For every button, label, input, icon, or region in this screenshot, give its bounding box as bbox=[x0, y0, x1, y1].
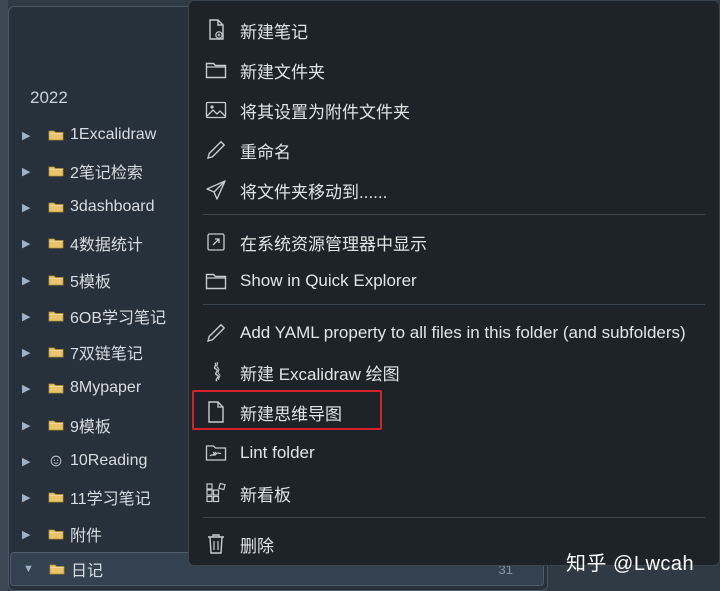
pencil-icon bbox=[204, 138, 228, 162]
menu-item-move-folder[interactable]: 将文件夹移动到...... bbox=[189, 171, 719, 209]
menu-item-label: 新建 Excalidraw 绘图 bbox=[240, 364, 400, 384]
tree-item-label: 5模板 bbox=[70, 274, 111, 291]
menu-item-rename[interactable]: 重命名 bbox=[189, 131, 719, 169]
folder-icon bbox=[48, 202, 64, 213]
tree-item-note-search[interactable]: ▶ 2笔记检索 bbox=[22, 156, 192, 186]
kanban-icon bbox=[204, 481, 228, 505]
tree-item-backlink-notes[interactable]: ▶ 7双链笔记 bbox=[22, 337, 192, 367]
expand-arrow-icon[interactable]: ▶ bbox=[22, 274, 36, 287]
folder-icon bbox=[48, 311, 64, 322]
excalidraw-icon bbox=[204, 360, 228, 384]
tree-item-10reading[interactable]: ▶ 10Reading bbox=[22, 446, 192, 476]
tree-item-label: 11学习笔记 bbox=[70, 491, 151, 508]
menu-item-label: Show in Quick Explorer bbox=[240, 271, 417, 290]
expand-arrow-icon[interactable]: ▶ bbox=[22, 346, 36, 359]
expand-arrow-icon[interactable]: ▶ bbox=[22, 129, 36, 142]
watermark: 知乎 @Lwcah bbox=[566, 553, 695, 575]
folder-icon bbox=[48, 166, 64, 177]
tree-item-label: 7双链笔记 bbox=[70, 346, 143, 363]
external-link-icon bbox=[204, 230, 228, 254]
folder-outline-icon bbox=[204, 58, 228, 82]
menu-item-label: 重命名 bbox=[240, 142, 291, 162]
tree-item-attachments[interactable]: ▶ 附件 bbox=[22, 519, 192, 549]
menu-item-label: Add YAML property to all files in this f… bbox=[240, 323, 686, 342]
menu-item-label: 将其设置为附件文件夹 bbox=[240, 102, 410, 122]
menu-item-label: 将文件夹移动到...... bbox=[240, 182, 388, 202]
new-note-icon bbox=[204, 18, 228, 42]
tree-item-templates-9[interactable]: ▶ 9模板 bbox=[22, 410, 192, 440]
menu-item-show-in-quick-explorer[interactable]: Show in Quick Explorer bbox=[189, 262, 719, 300]
menu-item-label: 删除 bbox=[240, 536, 274, 556]
tree-item-label: 8Mypaper bbox=[70, 379, 142, 396]
menu-item-new-excalidraw[interactable]: 新建 Excalidraw 绘图 bbox=[189, 353, 719, 391]
tree-item-study-notes[interactable]: ▶ 11学习笔记 bbox=[22, 482, 192, 512]
menu-item-new-folder[interactable]: 新建文件夹 bbox=[189, 51, 719, 89]
menu-item-label: Lint folder bbox=[240, 443, 315, 462]
expand-arrow-icon[interactable]: ▶ bbox=[22, 237, 36, 250]
tree-item-label: 3dashboard bbox=[70, 198, 155, 215]
tree-item-label: 附件 bbox=[70, 528, 103, 545]
lint-folder-icon bbox=[204, 441, 228, 465]
menu-separator bbox=[203, 214, 705, 215]
left-strip bbox=[0, 0, 8, 591]
expand-arrow-icon[interactable]: ▶ bbox=[22, 455, 36, 468]
menu-item-add-yaml-property[interactable]: Add YAML property to all files in this f… bbox=[189, 314, 719, 352]
tree-item-data-stats[interactable]: ▶ 4数据统计 bbox=[22, 228, 192, 258]
menu-item-show-in-explorer[interactable]: 在系统资源管理器中显示 bbox=[189, 223, 719, 261]
expand-arrow-icon[interactable]: ▶ bbox=[22, 310, 36, 323]
folder-icon bbox=[48, 238, 64, 249]
menu-item-new-note[interactable]: 新建笔记 bbox=[189, 11, 719, 49]
send-icon bbox=[204, 178, 228, 202]
tree-item-1excalidraw[interactable]: ▶ 1Excalidraw bbox=[22, 120, 192, 150]
menu-item-label: 在系统资源管理器中显示 bbox=[240, 234, 427, 254]
folder-icon bbox=[48, 492, 64, 503]
folder-icon bbox=[48, 420, 64, 431]
context-menu: 新建笔记 新建文件夹 将其设置为附件文件夹 重命名 将文件夹移动到...... … bbox=[188, 0, 720, 566]
expand-arrow-icon[interactable]: ▶ bbox=[22, 491, 36, 504]
expand-arrow-icon[interactable]: ▶ bbox=[22, 201, 36, 214]
emoji-face-icon bbox=[50, 455, 62, 467]
menu-item-label: 新建文件夹 bbox=[240, 62, 325, 82]
image-icon bbox=[204, 98, 228, 122]
menu-item-lint-folder[interactable]: Lint folder bbox=[189, 434, 719, 472]
highlight-annotation-box bbox=[192, 390, 382, 430]
tree-item-3dashboard[interactable]: ▶ 3dashboard bbox=[22, 192, 192, 222]
menu-item-label: 新建笔记 bbox=[240, 22, 308, 42]
folder-outline-icon bbox=[204, 269, 228, 293]
menu-separator bbox=[203, 517, 705, 518]
tree-item-label: 2笔记检索 bbox=[70, 165, 143, 182]
trash-icon bbox=[204, 532, 228, 556]
tree-item-label: 日记 bbox=[71, 563, 104, 580]
menu-separator bbox=[203, 304, 705, 305]
tree-item-label: 4数据统计 bbox=[70, 237, 143, 254]
folder-year-header[interactable]: 2022 bbox=[30, 88, 68, 108]
tree-item-8mypaper[interactable]: ▶ 8Mypaper bbox=[22, 373, 192, 403]
tree-item-label: 6OB学习笔记 bbox=[70, 310, 167, 327]
folder-icon bbox=[49, 564, 65, 575]
menu-item-new-kanban[interactable]: 新看板 bbox=[189, 474, 719, 512]
pencil-icon bbox=[204, 321, 228, 345]
folder-icon bbox=[48, 347, 64, 358]
tree-item-templates-5[interactable]: ▶ 5模板 bbox=[22, 265, 192, 295]
folder-icon bbox=[48, 529, 64, 540]
tree-item-ob-notes[interactable]: ▶ 6OB学习笔记 bbox=[22, 301, 192, 331]
tree-item-label: 9模板 bbox=[70, 419, 111, 436]
tree-item-label: 1Excalidraw bbox=[70, 126, 157, 143]
expand-arrow-icon[interactable]: ▶ bbox=[22, 165, 36, 178]
menu-item-label: 新看板 bbox=[240, 485, 291, 505]
folder-icon bbox=[48, 130, 64, 141]
menu-item-set-attachment-folder[interactable]: 将其设置为附件文件夹 bbox=[189, 91, 719, 129]
folder-icon bbox=[48, 275, 64, 286]
collapse-arrow-icon[interactable]: ▼ bbox=[23, 563, 37, 575]
folder-icon bbox=[48, 383, 64, 394]
tree-item-label: 10Reading bbox=[70, 452, 148, 469]
expand-arrow-icon[interactable]: ▶ bbox=[22, 382, 36, 395]
expand-arrow-icon[interactable]: ▶ bbox=[22, 528, 36, 541]
expand-arrow-icon[interactable]: ▶ bbox=[22, 419, 36, 432]
